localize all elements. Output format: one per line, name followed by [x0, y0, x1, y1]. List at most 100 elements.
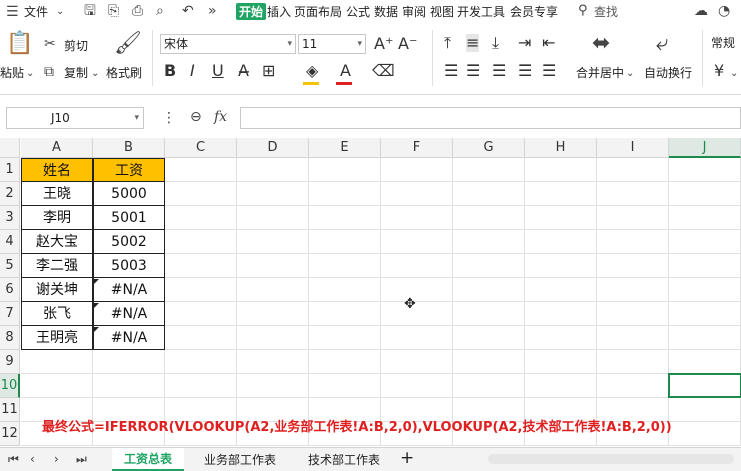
- cloud-icon[interactable]: ☁: [694, 3, 708, 19]
- tab-data[interactable]: 数据: [374, 3, 398, 20]
- table-cell[interactable]: 5003: [93, 254, 165, 278]
- chevron-down-icon[interactable]: ⌄: [730, 66, 738, 82]
- font-color-icon[interactable]: A: [340, 62, 351, 80]
- prev-sheet-icon[interactable]: ‹: [30, 451, 35, 467]
- merge-center-button[interactable]: 合并居中: [576, 64, 624, 81]
- table-cell[interactable]: 王晓: [21, 182, 93, 206]
- table-cell[interactable]: 李明: [21, 206, 93, 230]
- row-header[interactable]: 5: [0, 254, 20, 278]
- decrease-font-icon[interactable]: A⁻: [398, 35, 417, 53]
- chevron-down-icon[interactable]: ⌄: [26, 66, 34, 82]
- paste-button[interactable]: 粘贴: [0, 64, 24, 81]
- underline-icon[interactable]: U: [212, 62, 224, 80]
- selected-cell[interactable]: [668, 373, 741, 398]
- last-sheet-icon[interactable]: ⏭: [76, 451, 87, 467]
- chevron-down-icon[interactable]: ⌄: [56, 4, 64, 20]
- table-cell[interactable]: #N/A: [93, 302, 165, 326]
- column-header[interactable]: A: [21, 138, 93, 158]
- chevron-down-icon[interactable]: ⌄: [91, 66, 99, 82]
- outdent-icon[interactable]: ⇤: [542, 34, 555, 52]
- align-top-icon[interactable]: ⤒: [444, 34, 451, 52]
- next-sheet-icon[interactable]: ›: [54, 451, 59, 467]
- save-icon[interactable]: 🖫: [84, 3, 96, 19]
- indent-icon[interactable]: ⇥: [518, 34, 531, 52]
- copy-icon[interactable]: ⧉: [44, 64, 54, 80]
- cut-icon[interactable]: ✂: [44, 36, 56, 52]
- bold-icon[interactable]: B: [164, 62, 176, 80]
- function-icon[interactable]: fx: [214, 109, 227, 125]
- column-header[interactable]: C: [165, 138, 237, 158]
- strikethrough-icon[interactable]: A̶: [238, 62, 249, 80]
- font-size-select[interactable]: 11 ▾: [298, 34, 366, 54]
- export-pdf-icon[interactable]: ⎘: [108, 3, 119, 19]
- row-header[interactable]: 7: [0, 302, 20, 326]
- table-header-cell[interactable]: 姓名: [21, 158, 93, 182]
- sheet-tab-tech[interactable]: 技术部工作表: [308, 451, 380, 468]
- column-header[interactable]: E: [309, 138, 381, 158]
- table-cell[interactable]: #N/A: [93, 278, 165, 302]
- undo-icon[interactable]: ↶: [182, 3, 194, 19]
- table-cell[interactable]: 李二强: [21, 254, 93, 278]
- table-cell[interactable]: 5001: [93, 206, 165, 230]
- table-cell[interactable]: 王明亮: [21, 326, 93, 350]
- tab-review[interactable]: 审阅: [402, 3, 426, 20]
- zoom-icon[interactable]: ⊖: [190, 109, 202, 125]
- print-icon[interactable]: ⎙: [132, 3, 143, 19]
- format-painter-icon[interactable]: 🖌: [114, 32, 142, 56]
- column-header[interactable]: B: [93, 138, 165, 158]
- increase-font-icon[interactable]: A⁺: [374, 35, 393, 53]
- distributed-icon[interactable]: ☰: [542, 62, 556, 80]
- row-header[interactable]: 11: [0, 398, 20, 422]
- table-cell[interactable]: 谢关坤: [21, 278, 93, 302]
- row-header[interactable]: 2: [0, 182, 20, 206]
- notification-icon[interactable]: ◔: [718, 3, 730, 19]
- currency-icon[interactable]: ¥: [714, 62, 724, 80]
- clear-format-icon[interactable]: ⌫: [372, 62, 395, 80]
- formula-input[interactable]: [240, 107, 741, 129]
- font-name-select[interactable]: 宋体 ▾: [160, 34, 296, 54]
- row-header[interactable]: 9: [0, 350, 20, 374]
- column-header[interactable]: G: [453, 138, 525, 158]
- merge-center-icon[interactable]: ⬌: [592, 32, 610, 56]
- tab-home[interactable]: 开始: [236, 3, 267, 20]
- wrap-text-icon[interactable]: ⤶: [656, 32, 668, 56]
- table-cell[interactable]: 5002: [93, 230, 165, 254]
- tab-view[interactable]: 视图: [430, 3, 454, 20]
- tab-formulas[interactable]: 公式: [346, 3, 370, 20]
- sheet-tab-business[interactable]: 业务部工作表: [204, 451, 276, 468]
- horizontal-scrollbar[interactable]: [488, 454, 734, 464]
- row-header[interactable]: 3: [0, 206, 20, 230]
- tab-member[interactable]: 会员专享: [510, 3, 558, 20]
- add-sheet-button[interactable]: +: [400, 448, 414, 468]
- align-left-icon[interactable]: ☰: [444, 62, 458, 80]
- more-icon[interactable]: »: [208, 3, 217, 19]
- tab-insert[interactable]: 插入: [267, 3, 291, 20]
- row-header[interactable]: 1: [0, 158, 20, 182]
- column-header[interactable]: H: [525, 138, 597, 158]
- print-preview-icon[interactable]: ⌕: [156, 3, 164, 19]
- sheet-tab-salary-total[interactable]: 工资总表: [112, 448, 185, 471]
- align-bottom-icon[interactable]: ⤓: [492, 34, 499, 52]
- wrap-text-button[interactable]: 自动换行: [644, 64, 692, 81]
- tab-page-layout[interactable]: 页面布局: [294, 3, 342, 20]
- row-header[interactable]: 4: [0, 230, 20, 254]
- number-format-select[interactable]: 常规: [708, 34, 741, 54]
- border-icon[interactable]: ⊞: [262, 62, 275, 80]
- align-middle-icon[interactable]: ≡: [466, 34, 480, 52]
- column-header[interactable]: F: [381, 138, 453, 158]
- fill-color-icon[interactable]: ◈: [306, 62, 318, 80]
- paste-icon[interactable]: 📋: [6, 32, 33, 56]
- table-cell[interactable]: 张飞: [21, 302, 93, 326]
- chevron-down-icon[interactable]: ⌄: [626, 66, 634, 82]
- row-header[interactable]: 8: [0, 326, 20, 350]
- table-header-cell[interactable]: 工资: [93, 158, 165, 182]
- justify-icon[interactable]: ☰: [518, 62, 532, 80]
- table-cell[interactable]: 5000: [93, 182, 165, 206]
- hamburger-menu-icon[interactable]: ☰: [6, 4, 19, 20]
- row-header[interactable]: 12: [0, 422, 20, 446]
- cut-button[interactable]: 剪切: [64, 37, 88, 54]
- align-center-icon[interactable]: ☰: [466, 62, 480, 80]
- column-header[interactable]: J: [669, 138, 741, 158]
- table-cell[interactable]: 赵大宝: [21, 230, 93, 254]
- first-sheet-icon[interactable]: ⏮: [8, 451, 19, 467]
